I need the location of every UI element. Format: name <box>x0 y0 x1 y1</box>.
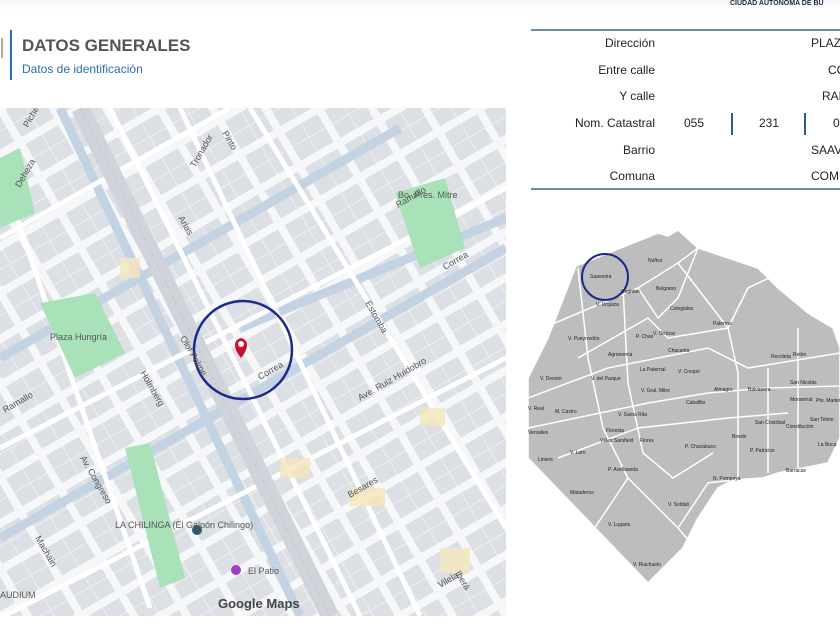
label: Dirección <box>604 36 655 50</box>
city-name: CIUDAD AUTÓNOMA DE BU <box>730 0 824 7</box>
row-y-calle: Y calle RAM <box>531 89 840 109</box>
barrio-label: Versalles <box>528 430 549 436</box>
row-barrio: Barrio SAAV <box>531 143 840 163</box>
barrio-label: V. Riachuelo <box>633 562 661 568</box>
barrio-label: Caballito <box>686 400 706 406</box>
barrio-label: P. Patricios <box>750 448 775 454</box>
label: Nom. Catastral <box>574 116 655 130</box>
barrio-label: Colegiales <box>670 306 694 312</box>
barrio-label: Chacarita <box>668 348 690 354</box>
barrio-label: P. Avellaneda <box>608 467 638 473</box>
barrio-label: V. Santa Rita <box>618 412 647 418</box>
barrio-label: Monserrat <box>790 397 813 403</box>
value: 231 <box>759 116 780 130</box>
park-label: Bo. Pres. Mitre <box>398 190 458 200</box>
poi-label: El Patio <box>248 566 279 576</box>
label: Comuna <box>609 169 655 183</box>
barrio-label: V. Devoto <box>540 376 562 382</box>
barrio-label: Floresta <box>606 428 624 434</box>
barrio-label: La Paternal <box>640 367 666 373</box>
info-table: Dirección PLAZ Entre calle CO Y calle RAM N… <box>531 29 840 190</box>
barrios-map: Saavedra Núñez Coghlan Belgrano V. Urquiza Co… <box>527 228 840 588</box>
poi-label: AUDIUM <box>0 590 36 600</box>
barrio-label: Pto. Madero <box>816 398 840 404</box>
barrio-label: Recoleta <box>771 354 791 360</box>
barrio-label: Belgrano <box>656 286 676 292</box>
value: CO <box>828 63 840 77</box>
barrio-label: Flores <box>640 438 654 444</box>
barrio-label: V. Ortúzar <box>653 331 676 337</box>
separator <box>731 113 733 135</box>
page-subtitle: Datos de identificación <box>22 62 143 76</box>
label: Barrio <box>622 143 655 157</box>
barrio-label: V. Lugano <box>608 522 631 528</box>
label: Y calle <box>619 89 655 103</box>
barrio-label: Constitución <box>786 424 814 430</box>
page-title: DATOS GENERALES <box>22 36 191 55</box>
value: PLAZ <box>811 36 840 50</box>
row-comuna: Comuna COMU <box>531 169 840 189</box>
poi-label: LA CHILINGA (El Galpón Chilingo) <box>115 520 253 530</box>
row-entre-calle: Entre calle CO <box>531 63 840 83</box>
barrio-label: P. Chas <box>636 334 654 340</box>
barrio-label: V. Real <box>528 406 544 412</box>
barrio-label: Mataderos <box>570 490 594 496</box>
barrio-label: Palermo <box>713 321 732 327</box>
barrio-label: V. del Parque <box>591 376 621 382</box>
logo-fragment <box>0 38 3 58</box>
barrio-label: Almagro <box>714 387 733 393</box>
barrio-label: Saavedra <box>590 274 612 280</box>
park-label: Plaza Hungría <box>50 332 107 342</box>
barrio-label: Boedo <box>732 434 747 440</box>
google-logo: Google Maps <box>218 596 300 611</box>
row-direccion: Dirección PLAZ <box>531 36 840 56</box>
barrio-label: V. Gral. Mitre <box>641 388 670 394</box>
barrio-label: San Telmo <box>810 417 834 423</box>
barrio-label: V. Crespo <box>678 369 700 375</box>
header-accent <box>10 30 12 80</box>
separator <box>804 113 806 135</box>
value: 0 <box>833 116 840 130</box>
barrio-label: Barracas <box>786 468 807 474</box>
value: 055 <box>684 116 705 130</box>
barrio-label: Vélez Sarsfield <box>600 438 634 444</box>
row-nom-catastral: Nom. Catastral 055 231 0 <box>531 113 840 136</box>
barrio-label: Agronomía <box>608 352 633 358</box>
barrio-label: Núñez <box>648 258 663 264</box>
barrio-label: V. Luro <box>570 450 586 456</box>
barrio-label: Coghlan <box>621 289 640 295</box>
barrio-label: N. Pompeya <box>713 476 741 482</box>
barrio-label: Balvanera <box>748 387 771 393</box>
barrio-label: P. Chacabuco <box>685 444 716 450</box>
value: RAM <box>822 89 840 103</box>
street-map[interactable]: Deheza Tronador Arias Ramallo Pinto Corr… <box>0 108 506 616</box>
value: SAAV <box>811 143 840 157</box>
barrio-label: Retiro <box>793 352 807 358</box>
barrio-label: San Cristóbal <box>755 420 785 426</box>
barrio-label: M. Castro <box>555 409 577 415</box>
label: Entre calle <box>598 63 655 77</box>
poi-icon <box>231 565 241 575</box>
top-bar <box>0 0 840 12</box>
barrio-label: Liniers <box>538 457 553 463</box>
barrio-label: V. Soldati <box>668 502 689 508</box>
barrio-label: V. Urquiza <box>596 302 619 308</box>
barrio-label: La Boca <box>818 442 837 448</box>
barrio-label: San Nicolás <box>790 380 817 386</box>
value: COMU <box>811 169 840 183</box>
barrio-label: V. Pueyrredón <box>568 336 600 342</box>
